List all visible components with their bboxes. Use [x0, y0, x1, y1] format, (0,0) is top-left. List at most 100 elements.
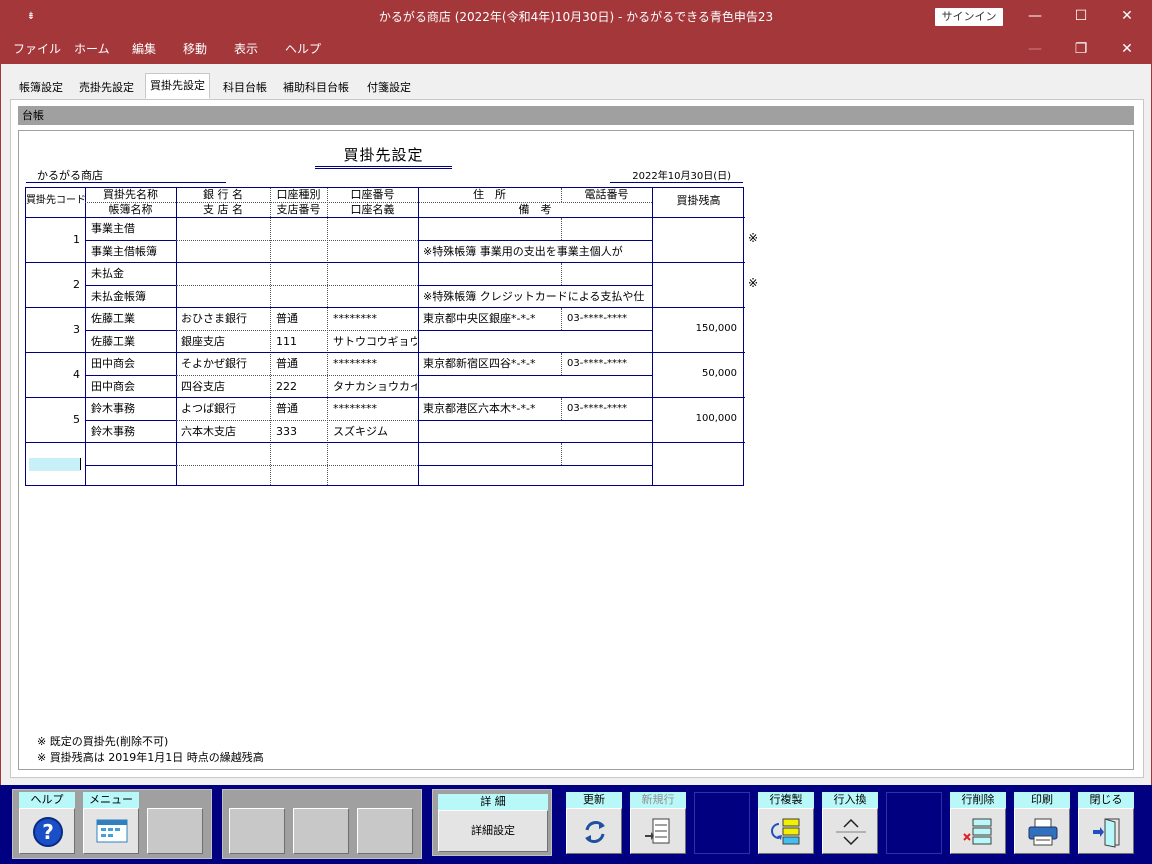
- close-button[interactable]: ✕: [1104, 0, 1150, 34]
- delete-row-button[interactable]: 行削除: [950, 792, 1006, 856]
- row-phone[interactable]: 03-****-****: [567, 398, 651, 420]
- title-bar: ⇟ かるがる商店 (2022年(令和4年)10月30日) - かるがるできる青色…: [0, 0, 1152, 34]
- help-button[interactable]: ヘルプ ?: [19, 792, 75, 856]
- refresh-button[interactable]: 更新: [566, 792, 622, 856]
- row-account-type[interactable]: 普通: [276, 308, 326, 330]
- col-header-book: 帳簿名称: [108, 203, 153, 216]
- row-code: 2: [73, 278, 80, 291]
- report-title: 買掛先設定: [315, 144, 452, 169]
- row-branch-number[interactable]: 111: [276, 331, 326, 353]
- row-book[interactable]: 事業主借帳簿: [91, 241, 175, 263]
- doc-close-button[interactable]: ✕: [1104, 34, 1150, 64]
- tab-sub-account-ledger[interactable]: 補助科目台帳: [278, 75, 354, 99]
- copy-row-button[interactable]: 行複製: [758, 792, 814, 856]
- menu-move[interactable]: 移動: [183, 34, 207, 64]
- menu-view[interactable]: 表示: [234, 34, 258, 64]
- swap-rows-button[interactable]: 行入換: [822, 792, 878, 856]
- refresh-icon: [585, 821, 605, 843]
- swap-rows-icon: [836, 818, 866, 846]
- row-branch-number[interactable]: 222: [276, 376, 326, 398]
- row-name[interactable]: 未払金: [91, 263, 175, 285]
- row-branch[interactable]: 銀座支店: [181, 331, 269, 353]
- row-branch[interactable]: 四谷支店: [181, 376, 269, 398]
- close-app-button[interactable]: 閉じる: [1078, 792, 1134, 856]
- row-memo[interactable]: ※特殊帳簿 事業用の支出を事業主個人が: [423, 241, 649, 263]
- row-account-holder[interactable]: スズキジム: [333, 421, 417, 443]
- row-account-type[interactable]: 普通: [276, 398, 326, 420]
- empty-slot: [886, 792, 942, 856]
- detail-label: 詳 細: [438, 794, 548, 810]
- row-balance[interactable]: 100,000: [652, 413, 737, 424]
- empty-slot: [147, 808, 203, 854]
- row-name[interactable]: 鈴木事務: [91, 398, 175, 420]
- row-phone[interactable]: 03-****-****: [567, 308, 651, 330]
- row-book[interactable]: 田中商会: [91, 376, 175, 398]
- row-address[interactable]: 東京都中央区銀座*-*-*: [423, 308, 560, 330]
- empty-slot: [357, 808, 413, 854]
- row-address[interactable]: 東京都港区六本木*-*-*: [423, 398, 560, 420]
- row-branch-number[interactable]: 333: [276, 421, 326, 443]
- text-cursor: [80, 458, 81, 470]
- tab-account-ledger[interactable]: 科目台帳: [218, 75, 272, 99]
- row-account-number[interactable]: ********: [333, 308, 417, 330]
- signin-button[interactable]: サインイン: [935, 8, 1003, 26]
- row-account-holder[interactable]: サトウコウギョウ: [333, 331, 417, 353]
- col-header-code: 買掛先コード: [26, 195, 86, 206]
- row-balance[interactable]: 50,000: [652, 368, 737, 379]
- row-book[interactable]: 佐藤工業: [91, 331, 175, 353]
- row-account-number[interactable]: ********: [333, 398, 417, 420]
- col-header-balance: 買掛残高: [676, 194, 721, 207]
- row-code: 3: [73, 323, 80, 336]
- col-header-account-type: 口座種別: [276, 188, 321, 201]
- col-header-account-holder: 口座名義: [350, 203, 395, 216]
- row-account-number[interactable]: ********: [333, 353, 417, 375]
- help-icon: ?: [33, 817, 63, 847]
- row-balance[interactable]: 150,000: [652, 323, 737, 334]
- row-code: 4: [73, 368, 80, 381]
- row-phone[interactable]: 03-****-****: [567, 353, 651, 375]
- row-address[interactable]: 東京都新宿区四谷*-*-*: [423, 353, 560, 375]
- col-header-branch-number: 支店番号: [276, 203, 321, 216]
- row-branch[interactable]: 六本木支店: [181, 421, 269, 443]
- print-button[interactable]: 印刷: [1014, 792, 1070, 856]
- row-name[interactable]: 事業主借: [91, 218, 175, 240]
- empty-slot: [694, 792, 750, 856]
- default-mark: ※: [748, 231, 759, 245]
- payable-grid: 買掛先コード 買掛先名称 帳簿名称 銀 行 名 支 店 名 口座種別 支店番号 …: [25, 187, 745, 486]
- doc-restore-button[interactable]: ❐: [1058, 34, 1104, 64]
- row-name[interactable]: 佐藤工業: [91, 308, 175, 330]
- row-bank[interactable]: よつば銀行: [181, 398, 269, 420]
- maximize-button[interactable]: ☐: [1058, 0, 1104, 34]
- menu-bar: ファイル ホーム 編集 移動 表示 ヘルプ — ❐ ✕: [0, 34, 1152, 64]
- exit-door-icon: [1093, 818, 1120, 848]
- row-account-type[interactable]: 普通: [276, 353, 326, 375]
- svg-text:?: ?: [42, 820, 54, 844]
- menu-button[interactable]: メニュー: [83, 792, 139, 856]
- menu-home[interactable]: ホーム: [74, 34, 110, 64]
- tab-sticky-note-settings[interactable]: 付箋設定: [362, 75, 416, 99]
- col-header-account-number: 口座番号: [350, 188, 395, 201]
- row-memo[interactable]: ※特殊帳簿 クレジットカードによる支払や仕: [423, 286, 649, 308]
- minimize-button[interactable]: —: [1012, 0, 1058, 34]
- row-account-holder[interactable]: タナカショウカイ: [333, 376, 417, 398]
- new-row-button[interactable]: 新規行: [630, 792, 686, 856]
- menu-edit[interactable]: 編集: [132, 34, 156, 64]
- row-code: 5: [73, 413, 80, 426]
- report-date: 2022年10月30日(日): [610, 167, 743, 183]
- menu-help[interactable]: ヘルプ: [285, 34, 321, 64]
- tab-book-settings[interactable]: 帳簿設定: [14, 75, 68, 99]
- row-code: 1: [73, 233, 80, 246]
- default-mark: ※: [748, 276, 759, 290]
- row-bank[interactable]: おひさま銀行: [181, 308, 269, 330]
- row-book[interactable]: 鈴木事務: [91, 421, 175, 443]
- row-name[interactable]: 田中商会: [91, 353, 175, 375]
- tab-receivable-settings[interactable]: 売掛先設定: [74, 75, 139, 99]
- new-code-input[interactable]: [29, 458, 81, 471]
- tab-payable-settings[interactable]: 買掛先設定: [145, 73, 210, 99]
- menu-file[interactable]: ファイル: [13, 34, 61, 64]
- copy-row-icon: [771, 818, 800, 845]
- detail-settings-button[interactable]: 詳細設定: [438, 810, 548, 852]
- row-bank[interactable]: そよかぜ銀行: [181, 353, 269, 375]
- doc-minimize-button[interactable]: —: [1012, 34, 1058, 64]
- row-book[interactable]: 未払金帳簿: [91, 286, 175, 308]
